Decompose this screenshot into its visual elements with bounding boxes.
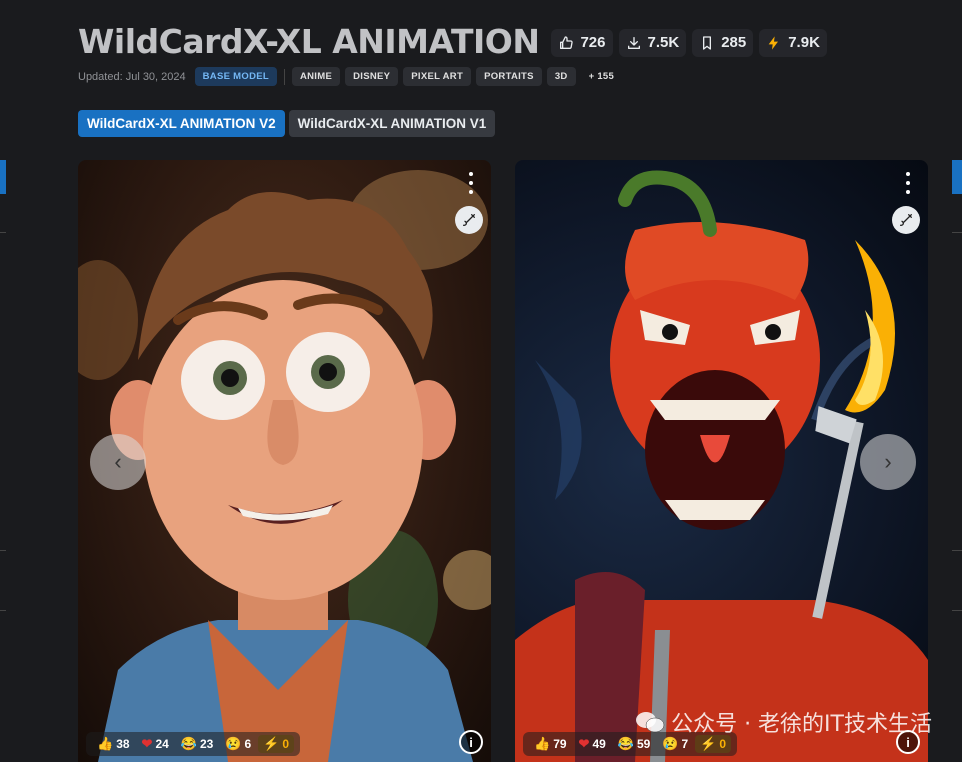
edge-divider [0, 610, 6, 611]
model-meta: Updated: Jul 30, 2024 BASE MODEL ANIME D… [78, 67, 622, 86]
cry-icon: 😢 [662, 736, 679, 751]
like-reaction[interactable]: 👍 38 [92, 735, 135, 753]
lightning-icon: ⚡ [263, 736, 280, 751]
heart-icon: ❤ [141, 736, 153, 751]
wechat-icon [636, 712, 665, 733]
downloads-stat[interactable]: 7.5K [618, 28, 687, 57]
brush-icon [463, 214, 475, 226]
buzz-tip-button[interactable]: ⚡ 0 [258, 735, 295, 753]
updated-date: Updated: Jul 30, 2024 [78, 70, 186, 83]
more-tags-button[interactable]: + 155 [581, 67, 623, 86]
tag-disney[interactable]: DISNEY [345, 67, 399, 86]
heart-count: 24 [155, 737, 169, 751]
like-count: 79 [553, 737, 567, 751]
reaction-bar: 👍 38 ❤ 24 😂 23 😢 6 ⚡ 0 [86, 732, 301, 756]
like-count: 38 [116, 737, 130, 751]
kebab-menu-icon [469, 190, 473, 194]
edge-divider [952, 610, 962, 611]
watermark-text: 公众号 · 老徐的IT技术生活 [671, 712, 932, 737]
base-model-badge: BASE MODEL [194, 67, 277, 86]
kebab-menu-icon [906, 181, 910, 185]
edge-divider [952, 232, 962, 233]
thumbs-up-icon: 👍 [97, 736, 114, 751]
lightning-icon: ⚡ [700, 736, 717, 751]
cry-reaction[interactable]: 😢 6 [220, 735, 256, 753]
heart-reaction[interactable]: ❤ 49 [574, 735, 611, 753]
like-reaction[interactable]: 👍 79 [529, 735, 572, 753]
tag-anime[interactable]: ANIME [291, 67, 341, 86]
heart-icon: ❤ [578, 736, 590, 751]
right-panel-edge [952, 160, 962, 762]
brush-icon [900, 214, 912, 226]
left-panel-edge [0, 160, 6, 762]
buzz-count: 7.9K [788, 34, 820, 51]
thumbs-up-icon: 👍 [534, 736, 551, 751]
cry-count: 6 [244, 737, 252, 751]
edge-highlight [952, 160, 962, 194]
buzz-tip-count: 0 [282, 737, 290, 751]
likes-stat[interactable]: 726 [551, 28, 613, 57]
download-icon [627, 36, 640, 49]
laugh-reaction[interactable]: 😂 23 [176, 735, 219, 753]
model-header: WildCardX-XL ANIMATION 726 7.5K 285 7.9K [78, 22, 827, 61]
laugh-icon: 😂 [180, 736, 197, 751]
gallery-image-card[interactable]: ‹ 👍 38 ❤ 24 😂 23 😢 6 ⚡ 0 i [78, 160, 491, 762]
edge-highlight [0, 160, 6, 194]
divider [283, 68, 285, 85]
page-title: WildCardX-XL ANIMATION [78, 22, 540, 61]
remix-button[interactable] [455, 206, 483, 234]
version-v1-button[interactable]: WildCardX-XL ANIMATION V1 [288, 110, 496, 137]
buzz-tip-count: 0 [719, 737, 727, 751]
likes-count: 726 [580, 34, 606, 51]
kebab-menu-icon [906, 190, 910, 194]
card-menu-button[interactable] [902, 172, 914, 194]
previous-image-button[interactable]: ‹ [90, 434, 146, 490]
wechat-watermark: 公众号 · 老徐的IT技术生活 [635, 706, 932, 738]
bookmarks-stat[interactable]: 285 [692, 28, 754, 57]
laugh-count: 59 [637, 737, 651, 751]
laugh-count: 23 [200, 737, 214, 751]
kebab-menu-icon [469, 172, 473, 176]
heart-count: 49 [592, 737, 606, 751]
version-v2-button[interactable]: WildCardX-XL ANIMATION V2 [78, 110, 285, 137]
tag-3d[interactable]: 3D [546, 67, 576, 86]
bookmark-icon [703, 35, 712, 50]
cry-count: 7 [681, 737, 689, 751]
next-image-button[interactable]: › [860, 434, 916, 490]
info-button[interactable]: i [459, 730, 483, 754]
edge-divider [952, 550, 962, 551]
card-menu-button[interactable] [465, 172, 477, 194]
bookmarks-count: 285 [721, 34, 747, 51]
laugh-icon: 😂 [617, 736, 634, 751]
edge-divider [0, 550, 6, 551]
kebab-menu-icon [906, 172, 910, 176]
version-selector: WildCardX-XL ANIMATION V2 WildCardX-XL A… [78, 110, 496, 137]
tag-portaits[interactable]: PORTAITS [476, 67, 542, 86]
edge-divider [0, 232, 6, 233]
heart-reaction[interactable]: ❤ 24 [137, 735, 174, 753]
downloads-count: 7.5K [647, 34, 680, 51]
tag-pixel-art[interactable]: PIXEL ART [403, 67, 472, 86]
thumbs-up-icon [560, 35, 574, 49]
kebab-menu-icon [469, 181, 473, 185]
gallery-image-card[interactable]: › 👍 79 ❤ 49 😂 59 😢 7 ⚡ 0 i [515, 160, 928, 762]
lightning-icon [768, 35, 779, 50]
buzz-stat[interactable]: 7.9K [759, 28, 827, 57]
cry-icon: 😢 [225, 736, 242, 751]
remix-button[interactable] [892, 206, 920, 234]
model-stats: 726 7.5K 285 7.9K [551, 28, 827, 57]
